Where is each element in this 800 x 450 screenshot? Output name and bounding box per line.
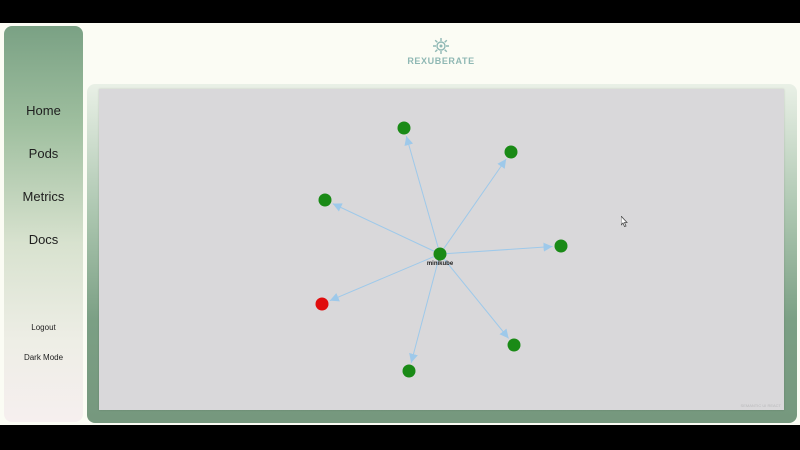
top-black-bar — [0, 0, 800, 23]
graph-edge-6 — [443, 258, 510, 339]
gear-icon — [433, 38, 449, 54]
graph-edge-3 — [332, 203, 435, 252]
dark-mode-toggle[interactable]: Dark Mode — [4, 353, 83, 362]
nav-home[interactable]: Home — [4, 103, 83, 118]
nav-pods[interactable]: Pods — [4, 146, 83, 161]
graph-edge-7 — [409, 260, 439, 363]
graph-edge-5 — [329, 256, 435, 302]
pod-node-1[interactable] — [397, 121, 411, 135]
graph-edge-4 — [446, 242, 553, 255]
cluster-graph[interactable]: minikube — [99, 89, 784, 410]
pod-node-4[interactable] — [554, 239, 568, 253]
pod-node-7[interactable] — [402, 364, 416, 378]
graph-edge-1 — [404, 136, 439, 248]
nav-metrics[interactable]: Metrics — [4, 189, 83, 204]
pod-node-5[interactable] — [315, 297, 329, 311]
bottom-black-bar — [0, 425, 800, 450]
pod-node-3[interactable] — [318, 193, 332, 207]
cluster-graph-canvas[interactable]: minikube SEMANTIC UI REACT — [99, 89, 784, 410]
watermark-text: SEMANTIC UI REACT — [740, 403, 781, 408]
pod-node-2[interactable] — [504, 145, 518, 159]
sidebar: Home Pods Metrics Docs Logout Dark Mode — [4, 26, 83, 422]
cluster-node-center[interactable] — [433, 247, 447, 261]
graph-edge-2 — [443, 158, 507, 249]
mouse-cursor-icon — [621, 216, 628, 227]
nav-docs[interactable]: Docs — [4, 232, 83, 247]
pod-node-6[interactable] — [507, 338, 521, 352]
brand-logo[interactable]: REXUBERATE — [401, 37, 481, 67]
center-node-label: minikube — [427, 261, 454, 267]
brand-name: REXUBERATE — [407, 56, 475, 66]
app-window: Home Pods Metrics Docs Logout Dark Mode … — [0, 23, 800, 425]
logout-button[interactable]: Logout — [4, 323, 83, 332]
